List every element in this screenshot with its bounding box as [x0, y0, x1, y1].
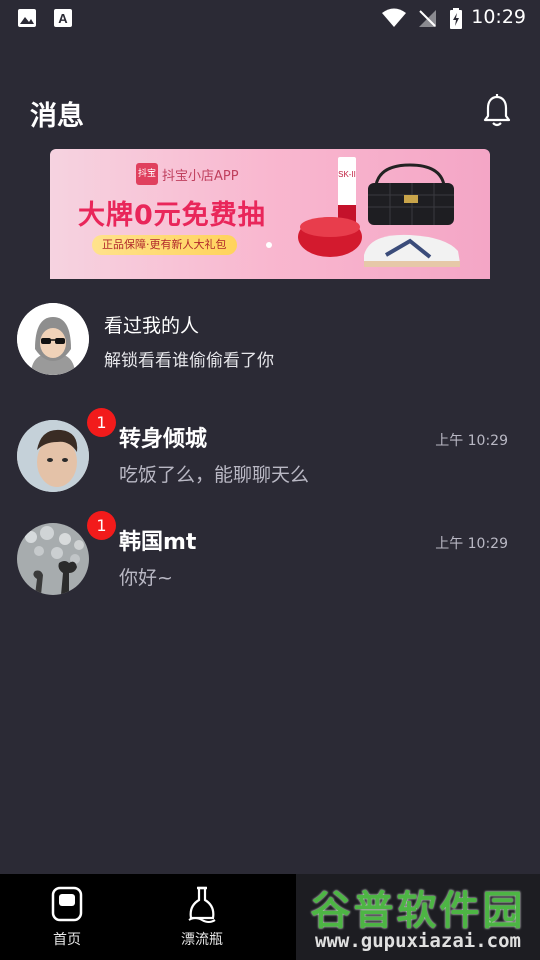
banner-shop-name: 抖宝小店APP	[162, 169, 239, 184]
unread-badge: 1	[87, 511, 116, 540]
message-time: 上午 10:29	[435, 433, 508, 449]
text-notification-icon: A	[54, 9, 72, 27]
contact-name: 转身倾城	[119, 427, 208, 452]
gallery-notification-icon	[18, 9, 36, 27]
message-time: 上午 10:29	[435, 536, 508, 552]
tab-home-label: 首页	[53, 932, 81, 948]
last-message: 你好~	[119, 567, 173, 589]
no-signal-icon	[419, 10, 436, 27]
last-message: 吃饭了么，能聊聊天么	[119, 464, 310, 486]
product-label: SK-II	[338, 170, 356, 179]
battery-charging-icon	[450, 8, 462, 29]
hooded-person-icon	[17, 303, 89, 375]
svg-text:A: A	[58, 11, 68, 26]
visitors-title: 看过我的人	[104, 315, 200, 337]
banner-products-image: SK-II	[298, 157, 460, 267]
bell-icon[interactable]	[482, 94, 512, 128]
tree-photo	[17, 523, 89, 595]
banner-tagline: 正品保障·更有新人大礼包	[92, 235, 237, 255]
site-watermark: 谷普软件园 www.gupuxiazai.com	[296, 874, 540, 960]
person-photo	[17, 420, 89, 492]
conversation-item[interactable]: 1 韩国mt 上午 10:29 你好~	[0, 508, 540, 608]
tab-home[interactable]: 首页	[17, 874, 117, 960]
visitors-subtitle: 解锁看看谁偷偷看了你	[104, 351, 274, 371]
contact-name: 韩国mt	[119, 530, 197, 555]
tab-drift-bottle-label: 漂流瓶	[181, 932, 223, 948]
status-bar: A 10:29	[0, 0, 540, 36]
promo-banner[interactable]: 抖宝 抖宝小店APP 大牌0元免费抽 正品保障·更有新人大礼包 SK-II	[50, 149, 490, 279]
banner-headline: 大牌0元免费抽	[78, 200, 266, 231]
home-icon	[51, 886, 83, 922]
carousel-indicator	[266, 242, 272, 248]
drift-bottle-icon	[188, 886, 216, 923]
unread-badge: 1	[87, 408, 116, 437]
clock: 10:29	[471, 6, 526, 28]
tab-drift-bottle[interactable]: 漂流瓶	[152, 874, 252, 960]
page-title: 消息	[30, 101, 84, 132]
wifi-icon	[382, 8, 406, 27]
shop-logo: 抖宝	[136, 163, 158, 185]
visitors-avatar	[17, 303, 89, 375]
contact-avatar	[17, 523, 89, 595]
watermark-name: 谷普软件园	[310, 888, 526, 934]
contact-avatar	[17, 420, 89, 492]
watermark-url: www.gupuxiazai.com	[315, 930, 521, 952]
conversation-item[interactable]: 1 转身倾城 上午 10:29 吃饭了么，能聊聊天么	[0, 405, 540, 505]
